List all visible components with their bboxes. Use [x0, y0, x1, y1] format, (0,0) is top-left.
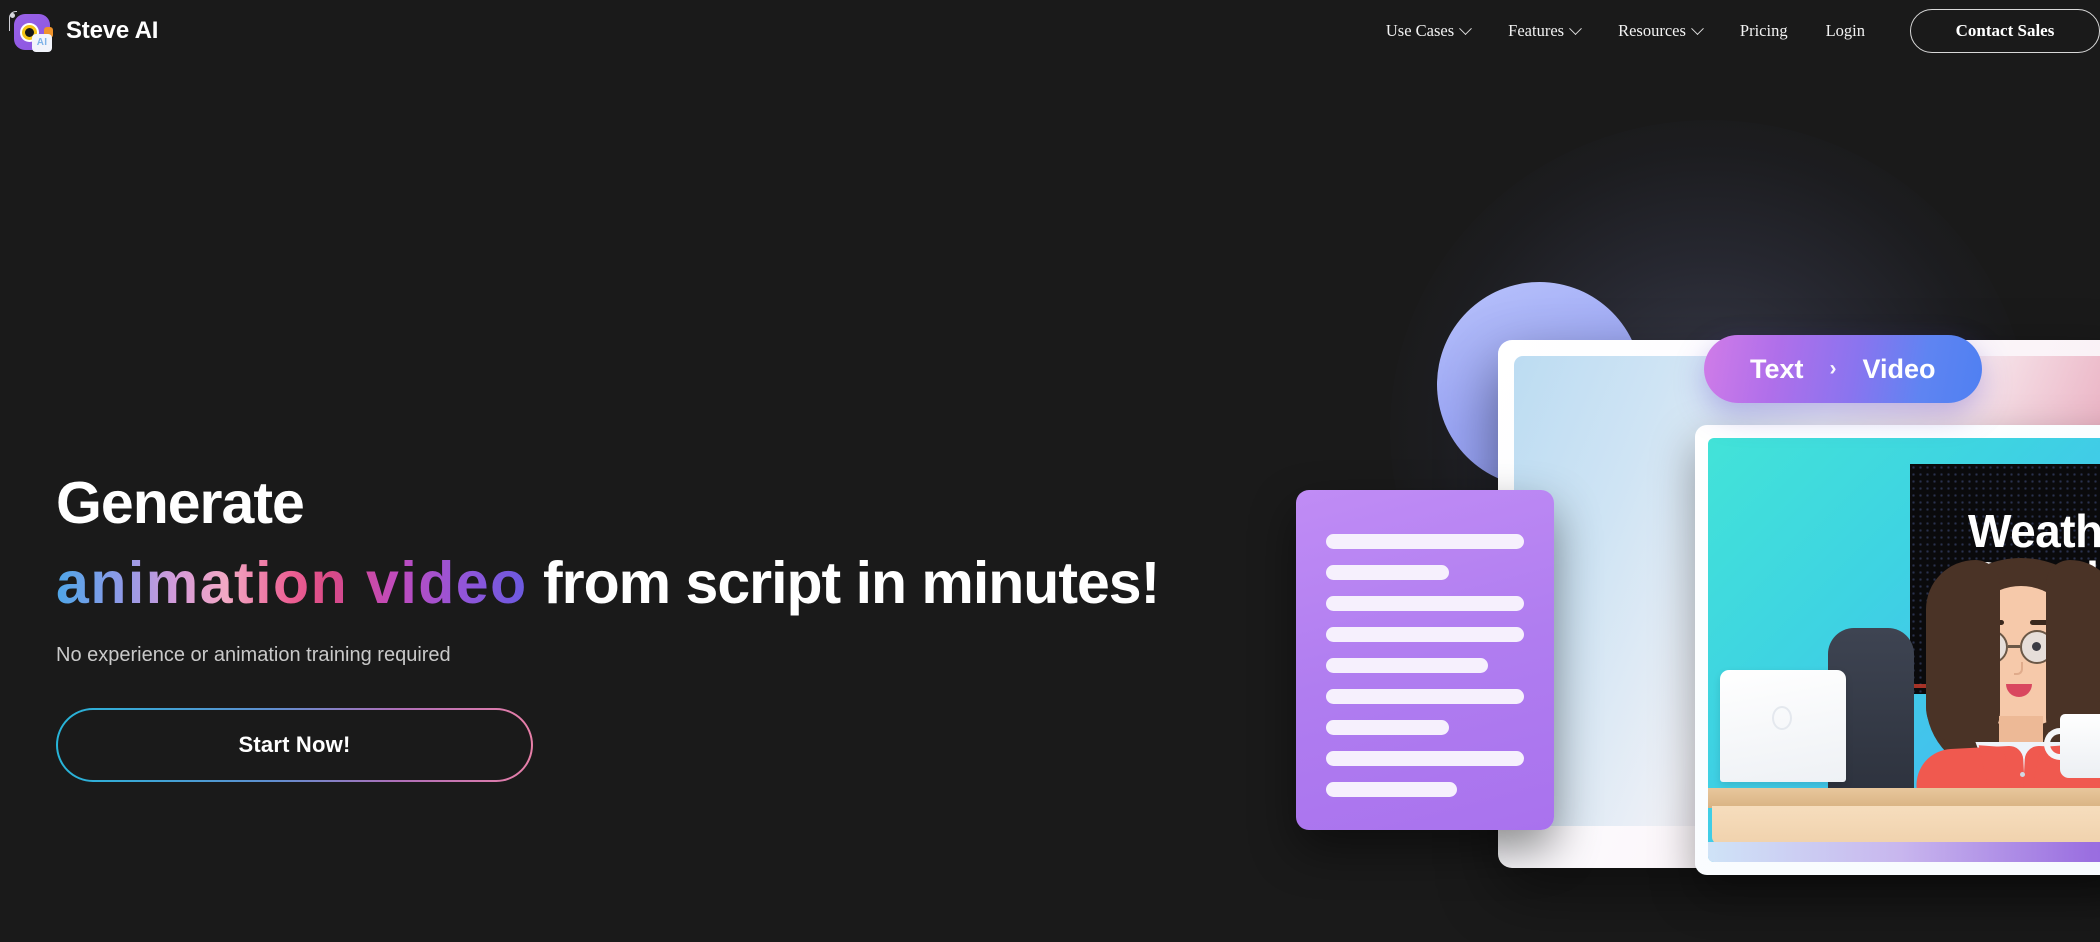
glasses-bridge — [2008, 645, 2020, 648]
doc-text-line — [1326, 565, 1449, 580]
doc-text-line — [1326, 782, 1457, 797]
headline-rest: from script in minutes! — [527, 550, 1160, 617]
badge-label-text: Text — [1750, 353, 1804, 384]
camera-ai-logo-icon: AI — [8, 8, 54, 54]
screen-bottom-bar — [1708, 842, 2100, 862]
hero-illustration: Text › Video Weather Broadcast — [1280, 0, 2100, 942]
page-title: Generate animation video from script in … — [56, 470, 1236, 616]
chevron-down-icon — [1459, 21, 1473, 35]
nav-item-resources[interactable]: Resources — [1599, 21, 1721, 41]
doc-text-line — [1326, 658, 1489, 673]
doc-text-line — [1326, 689, 1524, 704]
site-header: AI Steve AI Use Cases Features Resources… — [0, 0, 2100, 62]
doc-text-line — [1326, 720, 1449, 735]
script-document-card — [1296, 490, 1554, 830]
hair-front-left — [1926, 560, 2000, 745]
hero-page: AI Steve AI Use Cases Features Resources… — [0, 0, 2100, 942]
nav-item-label: Pricing — [1739, 21, 1788, 40]
coffee-mug — [2060, 714, 2100, 778]
video-preview-screen: Weather Broadcast — [1708, 438, 2100, 862]
doc-text-line — [1326, 751, 1524, 766]
hero-copy: Generate animation video from script in … — [56, 470, 1236, 783]
antenna-dot-icon — [10, 13, 15, 18]
ai-badge-icon: AI — [32, 34, 52, 52]
desk-top — [1708, 788, 2100, 808]
nav-item-features[interactable]: Features — [1489, 21, 1599, 41]
chevron-down-icon — [1569, 21, 1582, 35]
chevron-right-icon: › — [1829, 357, 1837, 380]
desk-front — [1712, 806, 2100, 844]
nav-item-label: Resources — [1618, 21, 1686, 40]
nav-item-login[interactable]: Login — [1807, 21, 1884, 41]
badge-label-video: Video — [1862, 353, 1936, 384]
headline-line-1: Generate — [56, 470, 305, 536]
doc-text-line — [1326, 627, 1524, 642]
contact-sales-button[interactable]: Contact Sales — [1910, 9, 2100, 53]
nav-item-use-cases[interactable]: Use Cases — [1367, 21, 1489, 41]
text-to-video-badge: Text › Video — [1704, 335, 1982, 403]
hero-subheading: No experience or animation training requ… — [56, 644, 451, 667]
laptop-logo-icon — [1772, 706, 1792, 730]
doc-text-line — [1326, 534, 1524, 549]
nav-item-label: Login — [1825, 21, 1865, 40]
video-preview-frame: Weather Broadcast — [1695, 425, 2100, 875]
doc-text-line — [1326, 596, 1524, 611]
start-now-button-label: Start Now! — [58, 710, 531, 781]
eye-right — [2032, 642, 2041, 651]
desk-laptop — [1720, 670, 1846, 782]
nav-item-label: Features — [1508, 21, 1565, 40]
nav-item-label: Use Cases — [1385, 21, 1455, 40]
headline-line-2: animation video from script in minutes! — [56, 550, 1236, 616]
nav-item-pricing[interactable]: Pricing — [1721, 21, 1807, 41]
chevron-down-icon — [1691, 21, 1704, 35]
tv-line-1: Weather — [1968, 505, 2100, 557]
brand-logo[interactable]: AI Steve AI — [8, 8, 158, 54]
start-now-button[interactable]: Start Now! — [56, 708, 533, 783]
shirt-button-top — [2020, 772, 2025, 777]
headline-gradient-words: animation video — [56, 550, 528, 617]
main-nav: Use Cases Features Resources Pricing Log… — [1367, 9, 2100, 53]
brand-name: Steve AI — [66, 17, 159, 44]
